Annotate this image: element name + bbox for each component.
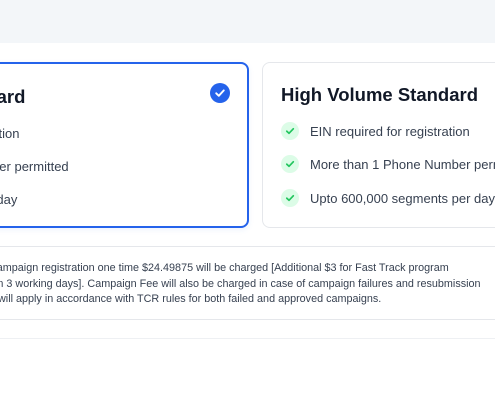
header-band [0,0,495,43]
plan-feature-label: istration [0,126,20,141]
plan-feature: Upto 600,000 segments per day [281,189,495,207]
fee-notice-line: ed in 3 working days]. Campaign Fee will… [0,278,481,290]
page: ndard istration umber permitted per day … [0,0,495,400]
plan-feature-label: More than 1 Phone Number permitted [310,156,495,172]
plan-feature-label: per day [0,192,18,207]
fee-notice-line: nth will apply in accordance with TCR ru… [0,293,382,305]
plan-feature: umber permitted [0,159,69,174]
fee-notice: d Campaign registration one time $24.498… [0,246,495,320]
check-icon [281,155,299,173]
plan-feature: EIN required for registration [281,122,470,140]
plan-card-high-volume[interactable]: High Volume Standard EIN required for re… [262,62,495,228]
plan-feature: More than 1 Phone Number permitted [281,155,495,173]
check-icon [281,122,299,140]
plan-feature: per day [0,192,17,207]
plan-card-standard[interactable]: ndard istration umber permitted per day [0,62,249,228]
check-circle-icon [210,83,230,103]
check-icon [281,189,299,207]
plan-title: High Volume Standard [281,84,479,105]
plan-feature-label: umber permitted [0,159,69,174]
divider [0,338,495,339]
plan-feature: istration [0,126,20,141]
plan-feature-label: Upto 600,000 segments per day [310,190,495,206]
fee-notice-line: d Campaign registration one time $24.498… [0,262,449,274]
plan-feature-label: EIN required for registration [310,123,470,139]
plan-title: ndard [0,86,26,107]
